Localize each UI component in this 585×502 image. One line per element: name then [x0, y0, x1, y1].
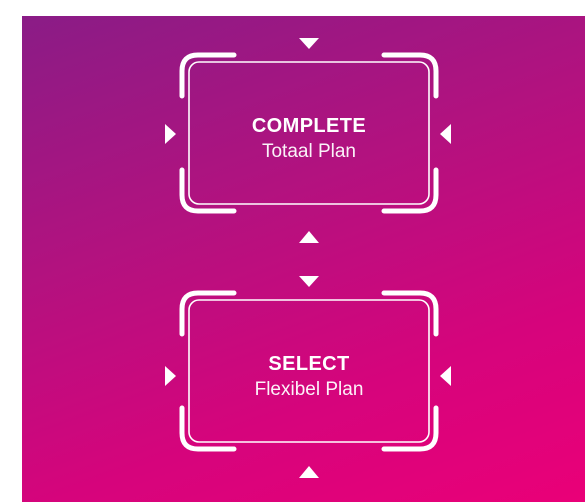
- plan-card-complete[interactable]: COMPLETE Totaal Plan: [178, 51, 440, 215]
- plan-card-select[interactable]: SELECT Flexibel Plan: [178, 289, 440, 453]
- triangle-up-icon: [299, 231, 319, 243]
- triangle-down-icon: [299, 276, 319, 287]
- plan-subtitle: Flexibel Plan: [254, 379, 364, 400]
- triangle-right-icon: [165, 366, 176, 386]
- triangle-left-icon: [440, 366, 451, 386]
- triangle-down-icon: [299, 38, 319, 49]
- plan-subtitle: Totaal Plan: [261, 141, 356, 162]
- triangle-left-icon: [440, 124, 451, 144]
- plan-title: COMPLETE: [251, 115, 367, 137]
- plan-title: SELECT: [268, 353, 350, 375]
- triangle-up-icon: [299, 466, 319, 478]
- triangle-right-icon: [165, 124, 176, 144]
